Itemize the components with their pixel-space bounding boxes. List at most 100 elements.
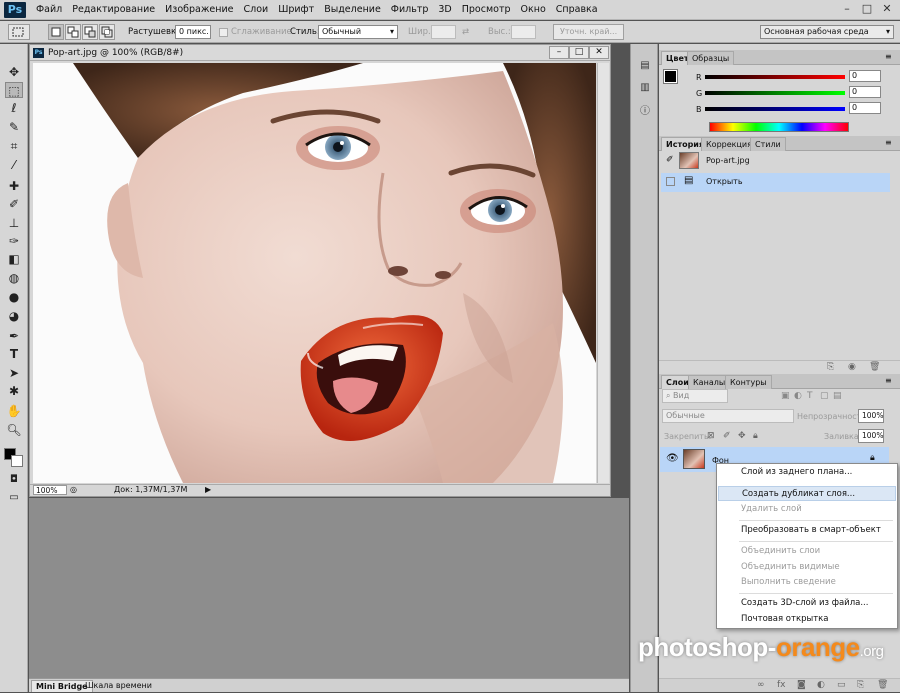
healing-brush-tool-icon[interactable]: ✚ [5,178,23,194]
green-slider[interactable] [705,91,845,95]
ctx-convert-smart-object[interactable]: Преобразовать в смарт-объект [718,523,896,538]
screen-mode-icon[interactable]: ▭ [5,490,23,506]
history-brush-tool-icon[interactable]: ✑ [5,233,23,249]
lock-all-icon[interactable]: 🔒︎ [753,431,758,441]
lock-pixels-icon[interactable]: ✐ [723,431,731,441]
ctx-delete-layer[interactable]: Удалить слой [718,502,896,517]
color-spectrum-bar[interactable] [709,122,849,132]
path-selection-tool-icon[interactable]: ➤ [5,365,23,381]
subtract-selection-icon[interactable] [82,24,98,40]
filter-smart-object-icon[interactable]: ▤ [833,391,842,401]
tab-styles[interactable]: Стили [750,137,786,151]
minimize-app-button[interactable]: – [838,2,856,16]
ctx-layer-from-background[interactable]: Слой из заднего плана... [718,465,896,480]
fill-input[interactable]: 100% [858,429,884,443]
ctx-flatten-image[interactable]: Выполнить сведение [718,575,896,590]
document-close-button[interactable]: ✕ [589,46,609,59]
red-value[interactable]: 0 [849,70,881,82]
document-minimize-button[interactable]: – [549,46,569,59]
delete-layer-icon[interactable]: 🗑︎ [877,680,888,690]
feather-input[interactable]: 0 пикс. [175,25,211,39]
document-maximize-button[interactable]: □ [569,46,589,59]
type-tool-icon[interactable]: T [5,346,23,362]
document-tab[interactable]: Ps Pop-art.jpg @ 100% (RGB/8#) – □ ✕ [30,45,610,61]
lock-transparent-icon[interactable]: ⊠ [707,431,715,441]
menu-layers[interactable]: Слои [243,4,268,15]
background-color-swatch[interactable] [11,455,23,467]
workspace-select[interactable]: Основная рабочая среда ▾ [760,25,894,39]
antialias-checkbox[interactable] [219,28,228,37]
info-panel-icon[interactable]: ⓘ [637,102,653,117]
intersect-selection-icon[interactable] [99,24,115,40]
canvas-vertical-scrollbar[interactable] [597,63,609,483]
new-document-icon[interactable]: ⎘ [827,362,834,372]
eraser-tool-icon[interactable]: ◧ [5,251,23,267]
ctx-postcard[interactable]: Почтовая открытка [718,612,896,627]
filter-shape-icon[interactable]: ▢ [820,391,829,401]
trash-icon[interactable]: 🗑︎ [869,362,880,372]
marquee-preset-icon[interactable] [8,24,30,40]
marquee-tool-icon[interactable]: ⬚ [5,82,23,98]
menu-window[interactable]: Окно [521,4,546,15]
menu-help[interactable]: Справка [556,4,598,15]
brush-tool-icon[interactable]: ✐ [5,196,23,212]
lock-position-icon[interactable]: ✥ [738,431,746,441]
add-selection-icon[interactable] [65,24,81,40]
menu-view[interactable]: Просмотр [462,4,511,15]
crop-tool-icon[interactable]: ⌗ [5,138,23,154]
ctx-new-3d-layer[interactable]: Создать 3D-слой из файла... [718,596,896,611]
zoom-level-field[interactable]: 100% [33,485,67,495]
filter-adjustment-icon[interactable]: ◐ [794,391,802,401]
adjustment-layer-icon[interactable]: ◐ [817,680,825,690]
color-foreground-swatch[interactable] [663,69,678,84]
status-menu-arrow-icon[interactable]: ▶ [205,485,211,494]
panel-menu-icon[interactable]: ≡ [885,138,892,147]
tab-timeline[interactable]: Шкала времени [81,680,156,692]
red-slider[interactable] [705,75,845,79]
new-layer-icon[interactable]: ⎘ [857,680,864,690]
menu-image[interactable]: Изображение [165,4,233,15]
eyedropper-tool-icon[interactable]: ⁄ [5,157,23,173]
new-group-icon[interactable]: ▭ [837,680,846,690]
panel-menu-icon[interactable]: ≡ [885,376,892,385]
blend-mode-select[interactable]: Обычные [662,409,794,423]
menu-select[interactable]: Выделение [324,4,381,15]
quick-mask-icon[interactable]: ◘ [5,472,23,488]
blue-slider[interactable] [705,107,845,111]
link-layers-icon[interactable]: ∞ [757,680,765,690]
filter-pixel-icon[interactable]: ▣ [781,391,790,401]
layer-style-icon[interactable]: fx [777,680,786,690]
status-icon[interactable]: ◎ [70,485,77,494]
custom-shape-tool-icon[interactable]: ✱ [5,383,23,399]
height-input[interactable] [511,25,536,39]
history-step-row[interactable]: ▤ Открыть [661,173,890,192]
blur-tool-icon[interactable]: ● [5,289,23,305]
ctx-merge-visible[interactable]: Объединить видимые [718,560,896,575]
hand-tool-icon[interactable]: ✋ [5,403,23,419]
width-input[interactable] [431,25,456,39]
new-selection-icon[interactable] [48,24,64,40]
close-app-button[interactable]: ✕ [878,2,896,16]
style-select[interactable]: Обычный ▾ [318,25,398,39]
properties-panel-icon[interactable]: ▥ [637,82,653,96]
menu-filter[interactable]: Фильтр [391,4,429,15]
maximize-app-button[interactable]: □ [858,2,876,16]
image-canvas[interactable] [33,63,596,483]
ctx-merge-layers[interactable]: Объединить слои [718,544,896,559]
tab-channels[interactable]: Каналы [688,375,731,389]
layer-mask-icon[interactable]: ◙ [797,680,806,690]
menu-file[interactable]: Файл [36,4,62,15]
dodge-tool-icon[interactable]: ◕ [5,308,23,324]
camera-icon[interactable]: ◉ [848,362,856,372]
tab-swatches[interactable]: Образцы [687,51,735,65]
refine-edge-button[interactable]: Уточн. край... [553,24,625,40]
eye-visibility-icon[interactable]: 👁︎ [666,453,679,464]
filter-type-icon[interactable]: T [807,391,813,401]
history-snapshot-row[interactable]: ✐ Pop-art.jpg [661,152,890,171]
history-panel-icon[interactable]: ▤ [637,60,653,74]
menu-type[interactable]: Шрифт [278,4,314,15]
swap-icon[interactable]: ⇄ [462,27,469,37]
zoom-tool-icon[interactable]: 🔍︎ [5,422,23,438]
move-tool-icon[interactable]: ✥ [5,64,23,80]
pen-tool-icon[interactable]: ✒ [5,328,23,344]
